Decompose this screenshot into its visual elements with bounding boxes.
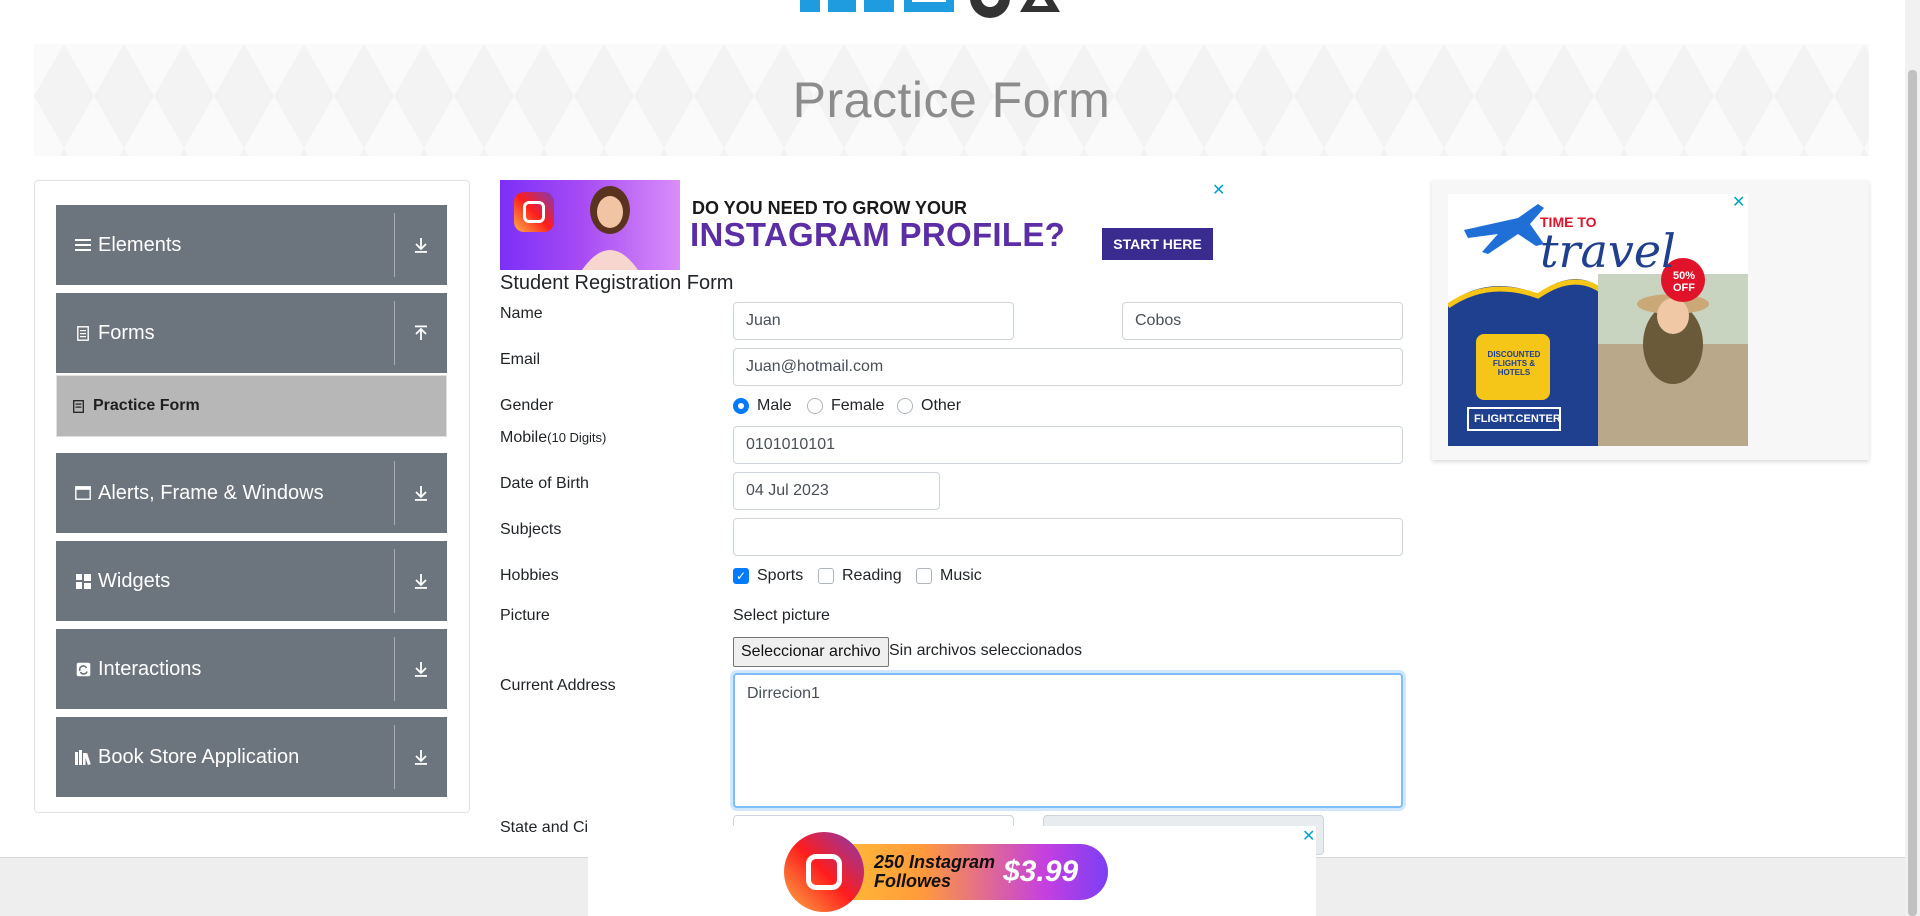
dob-label: Date of Birth bbox=[500, 475, 589, 492]
books-icon bbox=[74, 748, 92, 766]
ad-discounted-text: DISCOUNTED FLIGHTS & HOTELS bbox=[1487, 350, 1541, 377]
radio-selected[interactable] bbox=[733, 398, 749, 414]
scrollbar-thumb[interactable] bbox=[1908, 70, 1917, 916]
sidebar-item-practice-form[interactable]: Practice Form bbox=[56, 375, 447, 437]
ad-brand-text: FLIGHT.CENTER bbox=[1474, 413, 1561, 425]
sidebar-group-forms[interactable]: Forms bbox=[56, 293, 447, 373]
mobile-hint: (10 Digits) bbox=[547, 430, 607, 445]
radio-label: Other bbox=[921, 397, 962, 414]
first-name-input[interactable]: Juan bbox=[733, 302, 1014, 340]
email-label: Email bbox=[500, 351, 541, 368]
bottom-ad-banner[interactable]: 250 Instagram Followes $3.99 ✕ bbox=[588, 826, 1316, 916]
choose-file-button[interactable]: Seleccionar archivo bbox=[733, 637, 889, 667]
left-sidebar: Elements Forms Practice Form Alerts, Fra… bbox=[34, 180, 470, 813]
sidebar-group-book-store[interactable]: Book Store Application bbox=[56, 717, 447, 797]
grid-icon bbox=[74, 572, 92, 590]
form-title: Student Registration Form bbox=[500, 272, 734, 294]
ad-travel-text: travel bbox=[1540, 224, 1676, 278]
document-icon bbox=[74, 324, 92, 342]
hamburger-icon bbox=[74, 236, 92, 254]
date-of-birth-input[interactable]: 04 Jul 2023 bbox=[733, 472, 940, 510]
gender-radio-other[interactable]: Other bbox=[897, 397, 961, 415]
toolsqa-logo[interactable] bbox=[800, 0, 1120, 32]
current-address-textarea[interactable]: Dirrecion1 bbox=[733, 673, 1403, 808]
ad-price: $3.99 bbox=[1003, 855, 1079, 888]
upload-arrow-icon bbox=[395, 325, 447, 341]
subjects-label: Subjects bbox=[500, 521, 562, 538]
hobby-checkbox-reading[interactable]: Reading bbox=[818, 567, 902, 585]
mobile-input[interactable]: 0101010101 bbox=[733, 426, 1403, 464]
name-label: Name bbox=[500, 305, 543, 322]
sidebar-group-label: Book Store Application bbox=[98, 745, 300, 768]
picture-label: Picture bbox=[500, 607, 550, 624]
download-arrow-icon bbox=[395, 573, 447, 589]
radio-unselected[interactable] bbox=[897, 398, 913, 414]
checkbox-label: Sports bbox=[757, 567, 804, 584]
download-arrow-icon bbox=[395, 661, 447, 677]
sidebar-group-label: Interactions bbox=[98, 657, 202, 680]
interaction-icon bbox=[74, 660, 92, 678]
email-input[interactable]: Juan@hotmail.com bbox=[733, 348, 1403, 386]
checkbox-label: Music bbox=[940, 567, 982, 584]
gender-radio-female[interactable]: Female bbox=[807, 397, 884, 415]
ad-close-icon[interactable]: ✕ bbox=[1732, 192, 1745, 212]
gender-label: Gender bbox=[500, 397, 554, 414]
sidebar-group-label: Alerts, Frame & Windows bbox=[98, 481, 324, 504]
gender-radio-male[interactable]: Male bbox=[733, 397, 792, 415]
ad-close-icon[interactable]: ✕ bbox=[1302, 826, 1315, 846]
sidebar-group-widgets[interactable]: Widgets bbox=[56, 541, 447, 621]
download-arrow-icon bbox=[395, 485, 447, 501]
ad-start-here-button[interactable]: START HERE bbox=[1102, 228, 1213, 260]
mobile-label-text: Mobile bbox=[500, 429, 548, 446]
current-address-label: Current Address bbox=[500, 677, 616, 694]
ad-image bbox=[500, 180, 680, 270]
instagram-icon bbox=[784, 832, 864, 912]
page-title: Practice Form bbox=[792, 72, 1111, 128]
sidebar-group-label: Forms bbox=[98, 321, 155, 344]
sidebar-group-alerts[interactable]: Alerts, Frame & Windows bbox=[56, 453, 447, 533]
mobile-label: Mobile(10 Digits) bbox=[500, 429, 606, 447]
page-header-banner: Practice Form bbox=[34, 44, 1869, 156]
checkbox-unchecked[interactable] bbox=[916, 568, 932, 584]
right-ad-banner[interactable]: TIME TO travel 50% OFF DISCOUNTED FLIGHT… bbox=[1432, 180, 1869, 460]
ad-pill: 250 Instagram Followes $3.99 bbox=[784, 832, 1108, 912]
hobby-checkbox-music[interactable]: Music bbox=[916, 567, 982, 585]
select-picture-text: Select picture bbox=[733, 607, 830, 624]
download-arrow-icon bbox=[395, 237, 447, 253]
sidebar-group-label: Widgets bbox=[98, 569, 171, 592]
ad-headline-2: INSTAGRAM PROFILE? bbox=[690, 216, 1066, 253]
sidebar-group-interactions[interactable]: Interactions bbox=[56, 629, 447, 709]
checkbox-checked[interactable]: ✓ bbox=[733, 568, 749, 584]
instagram-icon bbox=[514, 192, 554, 232]
hobby-checkbox-sports[interactable]: ✓ Sports bbox=[733, 567, 803, 585]
ad-text-line-2: Followes bbox=[874, 871, 952, 891]
download-arrow-icon bbox=[395, 749, 447, 765]
file-status-text: Sin archivos seleccionados bbox=[889, 642, 1082, 659]
ad-woman-illustration bbox=[582, 186, 638, 270]
top-ad-banner[interactable]: DO YOU NEED TO GROW YOUR INSTAGRAM PROFI… bbox=[500, 180, 1225, 270]
sidebar-group-label: Elements bbox=[98, 233, 182, 256]
state-city-label: State and Ci bbox=[500, 819, 589, 836]
radio-label: Female bbox=[831, 397, 885, 414]
last-name-input[interactable]: Cobos bbox=[1122, 302, 1403, 340]
ad-discount-badge: 50% OFF bbox=[1672, 270, 1696, 294]
sidebar-group-elements[interactable]: Elements bbox=[56, 205, 447, 285]
hobbies-label: Hobbies bbox=[500, 567, 559, 584]
ad-followers-text: 250 Instagram Followes bbox=[874, 853, 995, 891]
ad-text-line-1: 250 Instagram bbox=[874, 852, 996, 872]
ad-close-icon[interactable]: ✕ bbox=[1212, 180, 1225, 200]
checkbox-label: Reading bbox=[842, 567, 902, 584]
ad-image: TIME TO travel 50% OFF DISCOUNTED FLIGHT… bbox=[1448, 194, 1748, 446]
form-icon bbox=[71, 399, 85, 413]
vertical-scrollbar[interactable] bbox=[1905, 0, 1920, 916]
radio-label: Male bbox=[757, 397, 792, 414]
subjects-input[interactable] bbox=[733, 518, 1403, 556]
window-icon bbox=[74, 484, 92, 502]
page: Practice Form Elements Forms Practice Fo… bbox=[0, 0, 1920, 916]
sidebar-item-label: Practice Form bbox=[93, 397, 200, 414]
radio-unselected[interactable] bbox=[807, 398, 823, 414]
checkbox-unchecked[interactable] bbox=[818, 568, 834, 584]
